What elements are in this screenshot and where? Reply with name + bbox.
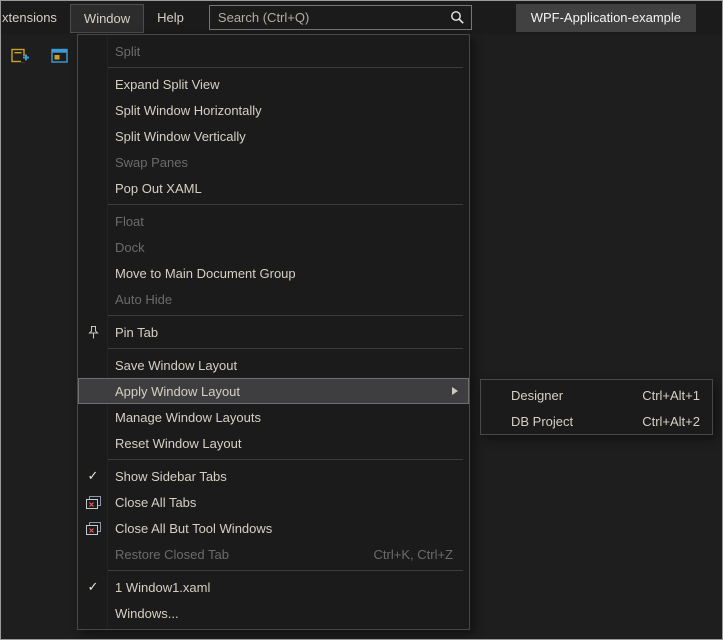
menu-item-save-window-layout[interactable]: Save Window Layout [78,352,469,378]
submenu-item-shortcut: Ctrl+Alt+2 [642,414,700,429]
menu-item-reset-window-layout[interactable]: Reset Window Layout [78,430,469,456]
menu-separator [108,315,463,316]
search-box[interactable] [209,5,472,30]
menu-item-windows[interactable]: Windows... [78,600,469,626]
menu-item-label: Auto Hide [108,292,172,307]
menu-item-move-to-main-document-group[interactable]: Move to Main Document Group [78,260,469,286]
toolbar [10,46,71,66]
submenu-item-shortcut: Ctrl+Alt+1 [642,388,700,403]
menu-separator [108,204,463,205]
menu-item-label: Save Window Layout [108,358,237,373]
menu-item-manage-window-layouts[interactable]: Manage Window Layouts [78,404,469,430]
menu-item-pop-out-xaml[interactable]: Pop Out XAML [78,175,469,201]
menu-separator [108,459,463,460]
menu-item-swap-panes[interactable]: Swap Panes [78,149,469,175]
menubar: xtensions Window Help WPF-Application-ex… [1,1,722,34]
menubar-item-help[interactable]: Help [144,3,197,32]
menu-item-label: Manage Window Layouts [108,410,261,425]
submenu-item-designer[interactable]: Designer Ctrl+Alt+1 [481,382,712,408]
dock-window-icon[interactable] [49,46,71,66]
menu-item-apply-window-layout[interactable]: Apply Window Layout [78,378,469,404]
menu-item-label: Restore Closed Tab [108,547,229,562]
menubar-item-window[interactable]: Window [70,4,144,33]
menu-item-label: Close All But Tool Windows [108,521,272,536]
menu-item-label: Split Window Vertically [108,129,246,144]
menu-item-show-sidebar-tabs[interactable]: ✓ Show Sidebar Tabs [78,463,469,489]
submenu-arrow-icon [452,387,458,395]
submenu-item-db-project[interactable]: DB Project Ctrl+Alt+2 [481,408,712,434]
submenu-item-label: DB Project [481,414,573,429]
menu-item-label: Show Sidebar Tabs [108,469,227,484]
search-icon[interactable] [445,10,471,25]
menu-separator [108,67,463,68]
menu-item-close-all-but-tool-windows[interactable]: Close All But Tool Windows [78,515,469,541]
menu-item-shortcut: Ctrl+K, Ctrl+Z [374,547,461,562]
app-window: xtensions Window Help WPF-Application-ex… [0,0,723,640]
menu-item-label: Pin Tab [108,325,158,340]
menu-item-window1-xaml[interactable]: ✓ 1 Window1.xaml [78,574,469,600]
menu-separator [108,348,463,349]
menu-item-label: Windows... [108,606,179,621]
menu-item-split[interactable]: Split [78,38,469,64]
menu-item-label: Reset Window Layout [108,436,241,451]
check-icon: ✓ [78,579,108,595]
menu-item-label: Swap Panes [108,155,188,170]
check-icon: ✓ [78,468,108,484]
menu-item-dock[interactable]: Dock [78,234,469,260]
menu-item-restore-closed-tab[interactable]: Restore Closed Tab Ctrl+K, Ctrl+Z [78,541,469,567]
menu-item-label: Close All Tabs [108,495,196,510]
menu-item-label: Split Window Horizontally [108,103,262,118]
window-menu: Split Expand Split View Split Window Hor… [77,34,470,630]
close-all-but-tool-windows-icon [78,522,108,535]
menu-item-label: Pop Out XAML [108,181,202,196]
menu-item-expand-split-view[interactable]: Expand Split View [78,71,469,97]
menu-item-split-window-vertically[interactable]: Split Window Vertically [78,123,469,149]
menubar-item-extensions[interactable]: xtensions [1,3,70,32]
menu-item-label: Dock [108,240,145,255]
menu-item-label: Apply Window Layout [108,384,240,399]
floating-window-title[interactable]: WPF-Application-example [516,4,696,32]
menu-item-label: Move to Main Document Group [108,266,296,281]
pin-icon [78,326,108,339]
menu-item-label: Float [108,214,144,229]
menu-separator [108,570,463,571]
apply-window-layout-submenu: Designer Ctrl+Alt+1 DB Project Ctrl+Alt+… [480,379,713,435]
menu-item-close-all-tabs[interactable]: Close All Tabs [78,489,469,515]
submenu-item-label: Designer [481,388,563,403]
menu-item-pin-tab[interactable]: Pin Tab [78,319,469,345]
menu-item-auto-hide[interactable]: Auto Hide [78,286,469,312]
menu-item-label: 1 Window1.xaml [108,580,210,595]
search-input[interactable] [210,10,445,25]
add-item-icon[interactable] [10,46,32,66]
close-all-tabs-icon [78,496,108,509]
menu-item-float[interactable]: Float [78,208,469,234]
menu-item-split-window-horizontally[interactable]: Split Window Horizontally [78,97,469,123]
menu-item-label: Split [108,44,140,59]
menu-item-label: Expand Split View [108,77,220,92]
